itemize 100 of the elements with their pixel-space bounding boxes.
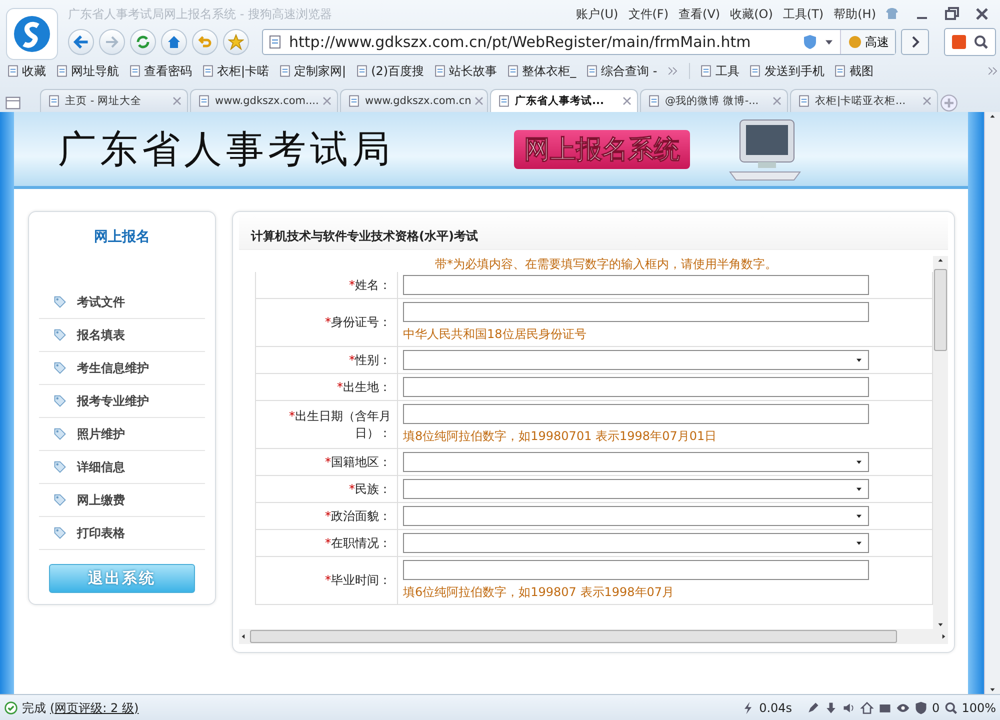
field-label: *性别：	[349, 352, 391, 368]
shield-icon	[802, 34, 818, 50]
eye-icon[interactable]	[896, 701, 910, 715]
sidebar-item[interactable]: 报名填表	[39, 319, 205, 352]
tab-close-icon	[475, 97, 484, 105]
input-field[interactable]	[403, 302, 869, 322]
horizontal-scrollbar[interactable]	[239, 629, 948, 644]
toolbar-item[interactable]: 工具	[699, 62, 740, 80]
browser-logo-icon[interactable]	[6, 8, 58, 60]
menu-item[interactable]: 收藏(O)	[730, 6, 773, 22]
browser-tab[interactable]: @我的微博 微博-...	[640, 89, 788, 112]
sidebar-item[interactable]: 打印表格	[39, 517, 205, 550]
sidebar-toggle-icon[interactable]	[4, 94, 22, 112]
field-hint: 中华人民共和国18位居民身份证号	[403, 326, 588, 343]
bookmark-item[interactable]: 查看密码	[128, 62, 192, 80]
menu-item[interactable]: 账户(U)	[576, 6, 618, 22]
zoom-level[interactable]: 100%	[962, 701, 996, 715]
field-hint: 填8位纯阿拉伯数字，如19980701 表示1998年07月01日	[403, 428, 718, 445]
select-field[interactable]	[403, 479, 869, 499]
search-box[interactable]	[944, 28, 996, 56]
menu-item[interactable]: 工具(T)	[782, 6, 824, 22]
toolbar-item[interactable]: 截图	[833, 62, 874, 80]
scrollbar-thumb[interactable]	[250, 630, 897, 643]
bookmark-icon	[355, 64, 370, 78]
menu-item[interactable]: 查看(V)	[678, 6, 720, 22]
restore-icon[interactable]	[944, 6, 960, 22]
toolbar-item[interactable]: 发送到手机	[748, 62, 824, 80]
back-button[interactable]	[68, 29, 94, 55]
menu-item[interactable]: 帮助(H)	[834, 6, 876, 22]
bookmark-icon	[278, 64, 292, 78]
scrollbar[interactable]	[933, 256, 948, 629]
bookmark-item[interactable]: 站长故事	[433, 62, 498, 80]
zoom-icon[interactable]	[944, 701, 958, 715]
browser-tab[interactable]: 主页 - 网址大全	[40, 89, 188, 112]
browser-tab[interactable]: www.gdkszx.com....	[190, 89, 338, 112]
browser-tab[interactable]: 衣柜|卡喏亚衣柜...	[790, 89, 938, 112]
close-icon[interactable]	[974, 6, 990, 22]
field-hint: 填6位纯阿拉伯数字，如199807 表示1998年07月	[403, 584, 676, 601]
sidebar-item[interactable]: 照片维护	[39, 418, 205, 451]
bookmark-icon	[128, 64, 142, 78]
select-field[interactable]	[403, 506, 869, 526]
home-icon[interactable]	[860, 701, 874, 715]
bookmark-item[interactable]: 收藏	[6, 62, 46, 80]
tag-icon	[53, 460, 67, 474]
tab-close-icon	[173, 97, 181, 105]
scrollbar-thumb[interactable]	[934, 269, 947, 351]
tag-icon	[53, 493, 67, 507]
bookmark-icon	[433, 64, 448, 78]
bookmark-item[interactable]: 定制家网|	[278, 62, 346, 80]
go-button[interactable]	[901, 29, 929, 55]
tab-favicon-icon	[647, 94, 661, 108]
field-label: *在职情况：	[325, 534, 391, 552]
select-field[interactable]	[403, 452, 869, 472]
bookmark-icon	[55, 64, 69, 78]
field-label: *民族：	[349, 480, 391, 498]
bookmark-item[interactable]: 综合查询 -	[585, 62, 658, 80]
refresh-button[interactable]	[130, 29, 156, 55]
tab-favicon-icon	[47, 94, 61, 108]
tool-icon	[833, 64, 848, 78]
favorites-button[interactable]	[223, 29, 249, 55]
shirt-icon[interactable]	[884, 6, 900, 22]
system-title: 网上报名系统	[514, 130, 690, 168]
shield-icon[interactable]	[914, 701, 928, 715]
page-scrollbar[interactable]	[984, 112, 1000, 694]
menu-item[interactable]: 文件(F)	[628, 6, 669, 22]
browser-tab[interactable]: 广东省人事考试...	[490, 89, 638, 112]
undo-button[interactable]	[192, 29, 218, 55]
form-note: 带*为必填内容、在需要填写数字的输入框内，请使用半角数字。	[434, 256, 778, 272]
input-field[interactable]	[403, 404, 869, 424]
sidebar-item[interactable]: 报考专业维护	[39, 385, 205, 418]
bookmark-item[interactable]: 衣柜|卡喏	[201, 62, 270, 80]
sidebar-item[interactable]: 网上缴费	[39, 484, 205, 517]
bookmark-item[interactable]: 网址导航	[55, 62, 119, 80]
window-title: 广东省人事考试局网上报名系统 - 搜狗高速浏览器	[68, 6, 333, 22]
sidebar-item[interactable]: 详细信息	[39, 451, 205, 484]
bookmark-item[interactable]: 整体衣柜_	[506, 62, 576, 80]
input-field[interactable]	[403, 377, 869, 397]
new-tab-icon[interactable]	[940, 94, 958, 112]
sidebar-item[interactable]: 考生信息维护	[39, 352, 205, 385]
bookmark-icon	[6, 64, 20, 78]
browser-tab[interactable]: www.gdkszx.com.cn	[340, 89, 488, 112]
bookmark-item[interactable]: (2)百度搜	[355, 62, 424, 80]
load-time: 0.04s	[759, 701, 792, 715]
status-text: 完成	[22, 700, 46, 716]
address-bar[interactable]: http://www.gdkszx.com.cn/pt/WebRegister/main/frmMain.htm 高速	[262, 29, 896, 55]
forward-button[interactable]	[99, 29, 125, 55]
star-icon	[228, 34, 244, 50]
field-label: *姓名：	[349, 276, 391, 294]
page-rating-link[interactable]: (网页评级: 2 级)	[50, 700, 139, 716]
select-field[interactable]	[403, 350, 869, 370]
pen-icon[interactable]	[806, 701, 820, 715]
input-field[interactable]	[403, 560, 869, 580]
select-field[interactable]	[403, 533, 869, 553]
tab-favicon-icon	[497, 94, 511, 108]
home-button[interactable]	[161, 29, 187, 55]
tag-icon	[53, 394, 67, 408]
refresh-icon	[135, 34, 151, 50]
sidebar-item[interactable]: 考试文件	[39, 286, 205, 319]
input-field[interactable]	[403, 275, 869, 295]
speed-button[interactable]: 高速	[840, 30, 895, 54]
